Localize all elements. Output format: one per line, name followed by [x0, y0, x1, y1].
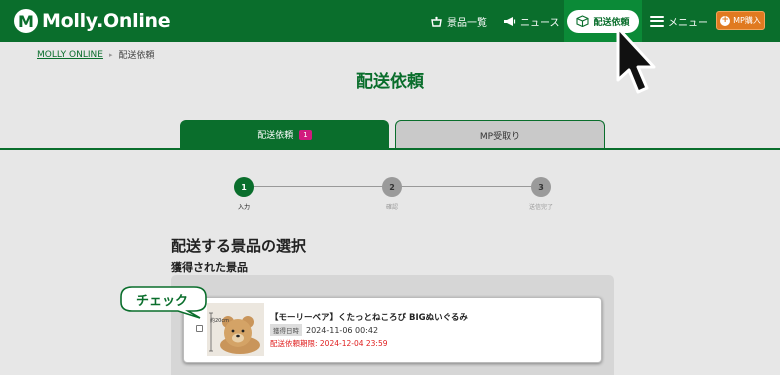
breadcrumb-separator-icon: ▸: [108, 50, 113, 59]
megaphone-icon: [504, 16, 516, 26]
page-title: 配送依頼: [356, 72, 424, 92]
step-label: 確認: [385, 204, 398, 211]
acquired-date: 2024-11-06 00:42: [306, 325, 379, 335]
item-checkbox[interactable]: [196, 325, 203, 332]
gift-hanger-icon: [431, 16, 442, 27]
tab-count-badge: 1: [299, 129, 312, 140]
teddy-bear-image: [207, 303, 264, 356]
step-number: 1: [234, 177, 254, 197]
section-subtitle: 獲得された景品: [171, 261, 248, 274]
breadcrumb-current: 配送依頼: [118, 51, 155, 61]
nav-prize-list-label: 景品一覧: [447, 17, 487, 29]
mp-purchase-label: MP購入: [733, 16, 761, 25]
site-logo[interactable]: M Molly.Online: [14, 9, 171, 33]
step-label: 送信完了: [528, 204, 553, 211]
logo-text: Molly.Online: [42, 10, 171, 32]
breadcrumb: MOLLY ONLINE ▸ 配送依頼: [37, 48, 155, 62]
prize-item-name: 【モーリーベア】くたっとねころび BIGぬいぐるみ: [270, 313, 468, 323]
nav-news[interactable]: ニュース: [503, 0, 560, 42]
logo-mark-icon: M: [14, 9, 38, 33]
section-title: 配送する景品の選択: [171, 237, 307, 255]
size-label: 約20cm: [210, 318, 229, 324]
step-confirm: 2 確認: [372, 177, 412, 211]
prize-thumbnail: 約20cm: [207, 303, 264, 356]
nav-menu[interactable]: メニュー: [650, 0, 708, 42]
step-complete: 3 送信完了: [521, 177, 561, 211]
acquired-tag: 獲得日時: [270, 324, 302, 336]
arrow-pointer-icon: [616, 26, 656, 94]
tab-mp-receive[interactable]: MP受取り: [395, 120, 605, 149]
tab-delivery-label: 配送依頼: [257, 131, 294, 141]
step-number: 2: [382, 177, 402, 197]
step-input: 1 入力: [224, 177, 264, 211]
tab-mp-label: MP受取り: [479, 131, 521, 142]
tab-delivery-request[interactable]: 配送依頼 1: [180, 120, 389, 149]
top-header: M Molly.Online 景品一覧 ニュース 配送依頼 メニュー + MP購…: [0, 0, 780, 42]
step-label: 入力: [237, 204, 250, 211]
box-icon: [576, 15, 590, 27]
nav-menu-label: メニュー: [668, 17, 708, 29]
mp-purchase-button[interactable]: + MP購入: [716, 11, 765, 30]
step-number: 3: [531, 177, 551, 197]
delivery-deadline: 配送依頼期限: 2024-12-04 23:59: [270, 339, 388, 348]
acquired-row: 獲得日時 2024-11-06 00:42: [270, 324, 378, 336]
tab-underline: [0, 148, 780, 150]
check-callout-text: チェック: [135, 294, 188, 309]
nav-news-label: ニュース: [520, 17, 560, 29]
plus-icon: +: [720, 15, 731, 26]
nav-prize-list[interactable]: 景品一覧: [430, 0, 487, 42]
breadcrumb-home-link[interactable]: MOLLY ONLINE: [37, 50, 103, 60]
